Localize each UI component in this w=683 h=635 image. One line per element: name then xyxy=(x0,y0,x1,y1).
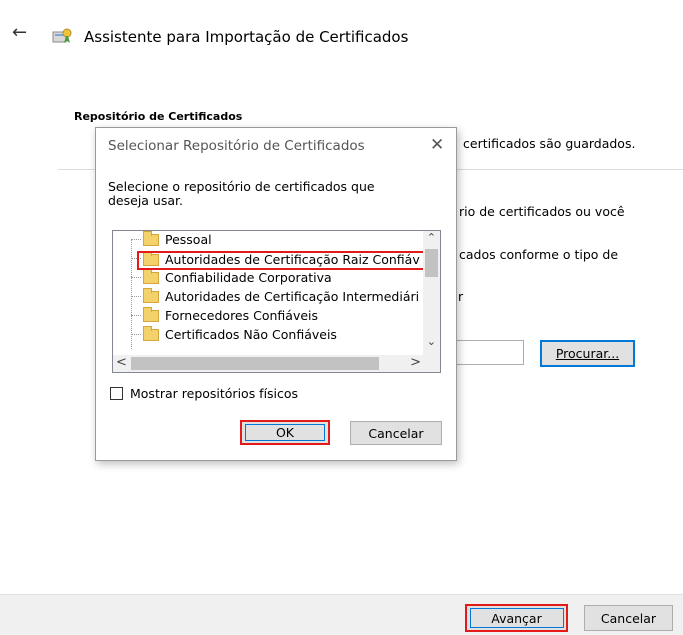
tree-item-intermediate[interactable]: Autoridades de Certificação Intermediári xyxy=(143,287,420,305)
tree-item-label: Autoridades de Certificação Intermediári xyxy=(165,289,420,304)
tree-line xyxy=(131,239,141,240)
scroll-thumb[interactable] xyxy=(131,357,379,370)
scroll-right-icon[interactable]: > xyxy=(410,355,421,370)
certificate-wizard-icon xyxy=(52,28,72,43)
close-icon[interactable]: ✕ xyxy=(430,135,444,155)
scroll-corner xyxy=(423,355,440,372)
option-text: cados conforme o tipo de xyxy=(459,247,619,262)
browse-button[interactable]: Procurar... xyxy=(540,340,635,367)
select-store-dialog: Selecionar Repositório de Certificados ✕… xyxy=(95,127,457,461)
scroll-up-icon[interactable]: ⌃ xyxy=(427,231,436,244)
cancel-button-label: Cancelar xyxy=(600,610,657,626)
selection-highlight xyxy=(137,251,427,270)
scroll-down-icon[interactable]: ⌄ xyxy=(427,335,436,348)
show-physical-label[interactable]: Mostrar repositórios físicos xyxy=(130,386,298,401)
folder-icon xyxy=(143,268,159,284)
dialog-cancel-label: Cancelar xyxy=(368,425,424,441)
tree-item-untrusted[interactable]: Certificados Não Confiáveis xyxy=(143,325,337,343)
tree-item-trusted-publishers[interactable]: Fornecedores Confiáveis xyxy=(143,306,319,324)
dialog-cancel-button[interactable]: Cancelar xyxy=(350,421,442,445)
back-arrow-icon[interactable]: ← xyxy=(12,22,27,43)
description-text: certificados são guardados. xyxy=(463,136,636,151)
section-heading: Repositório de Certificados xyxy=(74,110,243,123)
horizontal-scrollbar[interactable]: < > xyxy=(113,355,425,372)
footer-bar xyxy=(0,594,683,635)
dialog-title: Selecionar Repositório de Certificados xyxy=(108,138,365,154)
option-text: rio de certificados ou você xyxy=(459,204,625,219)
ok-button[interactable]: OK xyxy=(240,420,330,445)
tree-item-enterprise-trust[interactable]: Confiabilidade Corporativa xyxy=(143,268,332,286)
folder-icon xyxy=(143,287,159,303)
tree-line xyxy=(131,277,141,278)
tree-item-label: Fornecedores Confiáveis xyxy=(165,308,319,323)
tree-line xyxy=(131,239,132,349)
browse-button-label: Procurar... xyxy=(555,346,620,361)
wizard-title: Assistente para Importação de Certificad… xyxy=(84,28,409,46)
ok-button-focus: OK xyxy=(245,424,325,441)
scroll-thumb[interactable] xyxy=(425,249,438,277)
folder-icon xyxy=(143,306,159,322)
next-button-label: Avançar xyxy=(491,610,542,626)
tree-item-label: Certificados Não Confiáveis xyxy=(165,327,337,342)
cancel-button[interactable]: Cancelar xyxy=(584,605,673,631)
next-button[interactable]: Avançar xyxy=(465,604,568,632)
ok-button-label: OK xyxy=(275,425,295,440)
scroll-left-icon[interactable]: < xyxy=(116,355,127,370)
folder-icon xyxy=(143,325,159,341)
show-physical-checkbox[interactable] xyxy=(110,387,123,400)
folder-icon xyxy=(143,231,159,246)
tree-line xyxy=(131,334,141,335)
dialog-prompt: Selecione o repositório de certificados … xyxy=(108,179,375,208)
next-button-focus: Avançar xyxy=(469,608,564,628)
tree-item-label: Pessoal xyxy=(165,232,212,247)
tree-item-pessoal[interactable]: Pessoal xyxy=(143,231,212,248)
vertical-scrollbar[interactable]: ⌃ ⌄ xyxy=(423,231,440,356)
store-tree[interactable]: Pessoal Autoridades de Certificação Raiz… xyxy=(112,230,441,373)
tree-line xyxy=(131,315,141,316)
store-path-input[interactable] xyxy=(456,340,524,365)
tree-line xyxy=(131,296,141,297)
tree-item-label: Confiabilidade Corporativa xyxy=(165,270,332,285)
option-text: r xyxy=(458,289,464,304)
